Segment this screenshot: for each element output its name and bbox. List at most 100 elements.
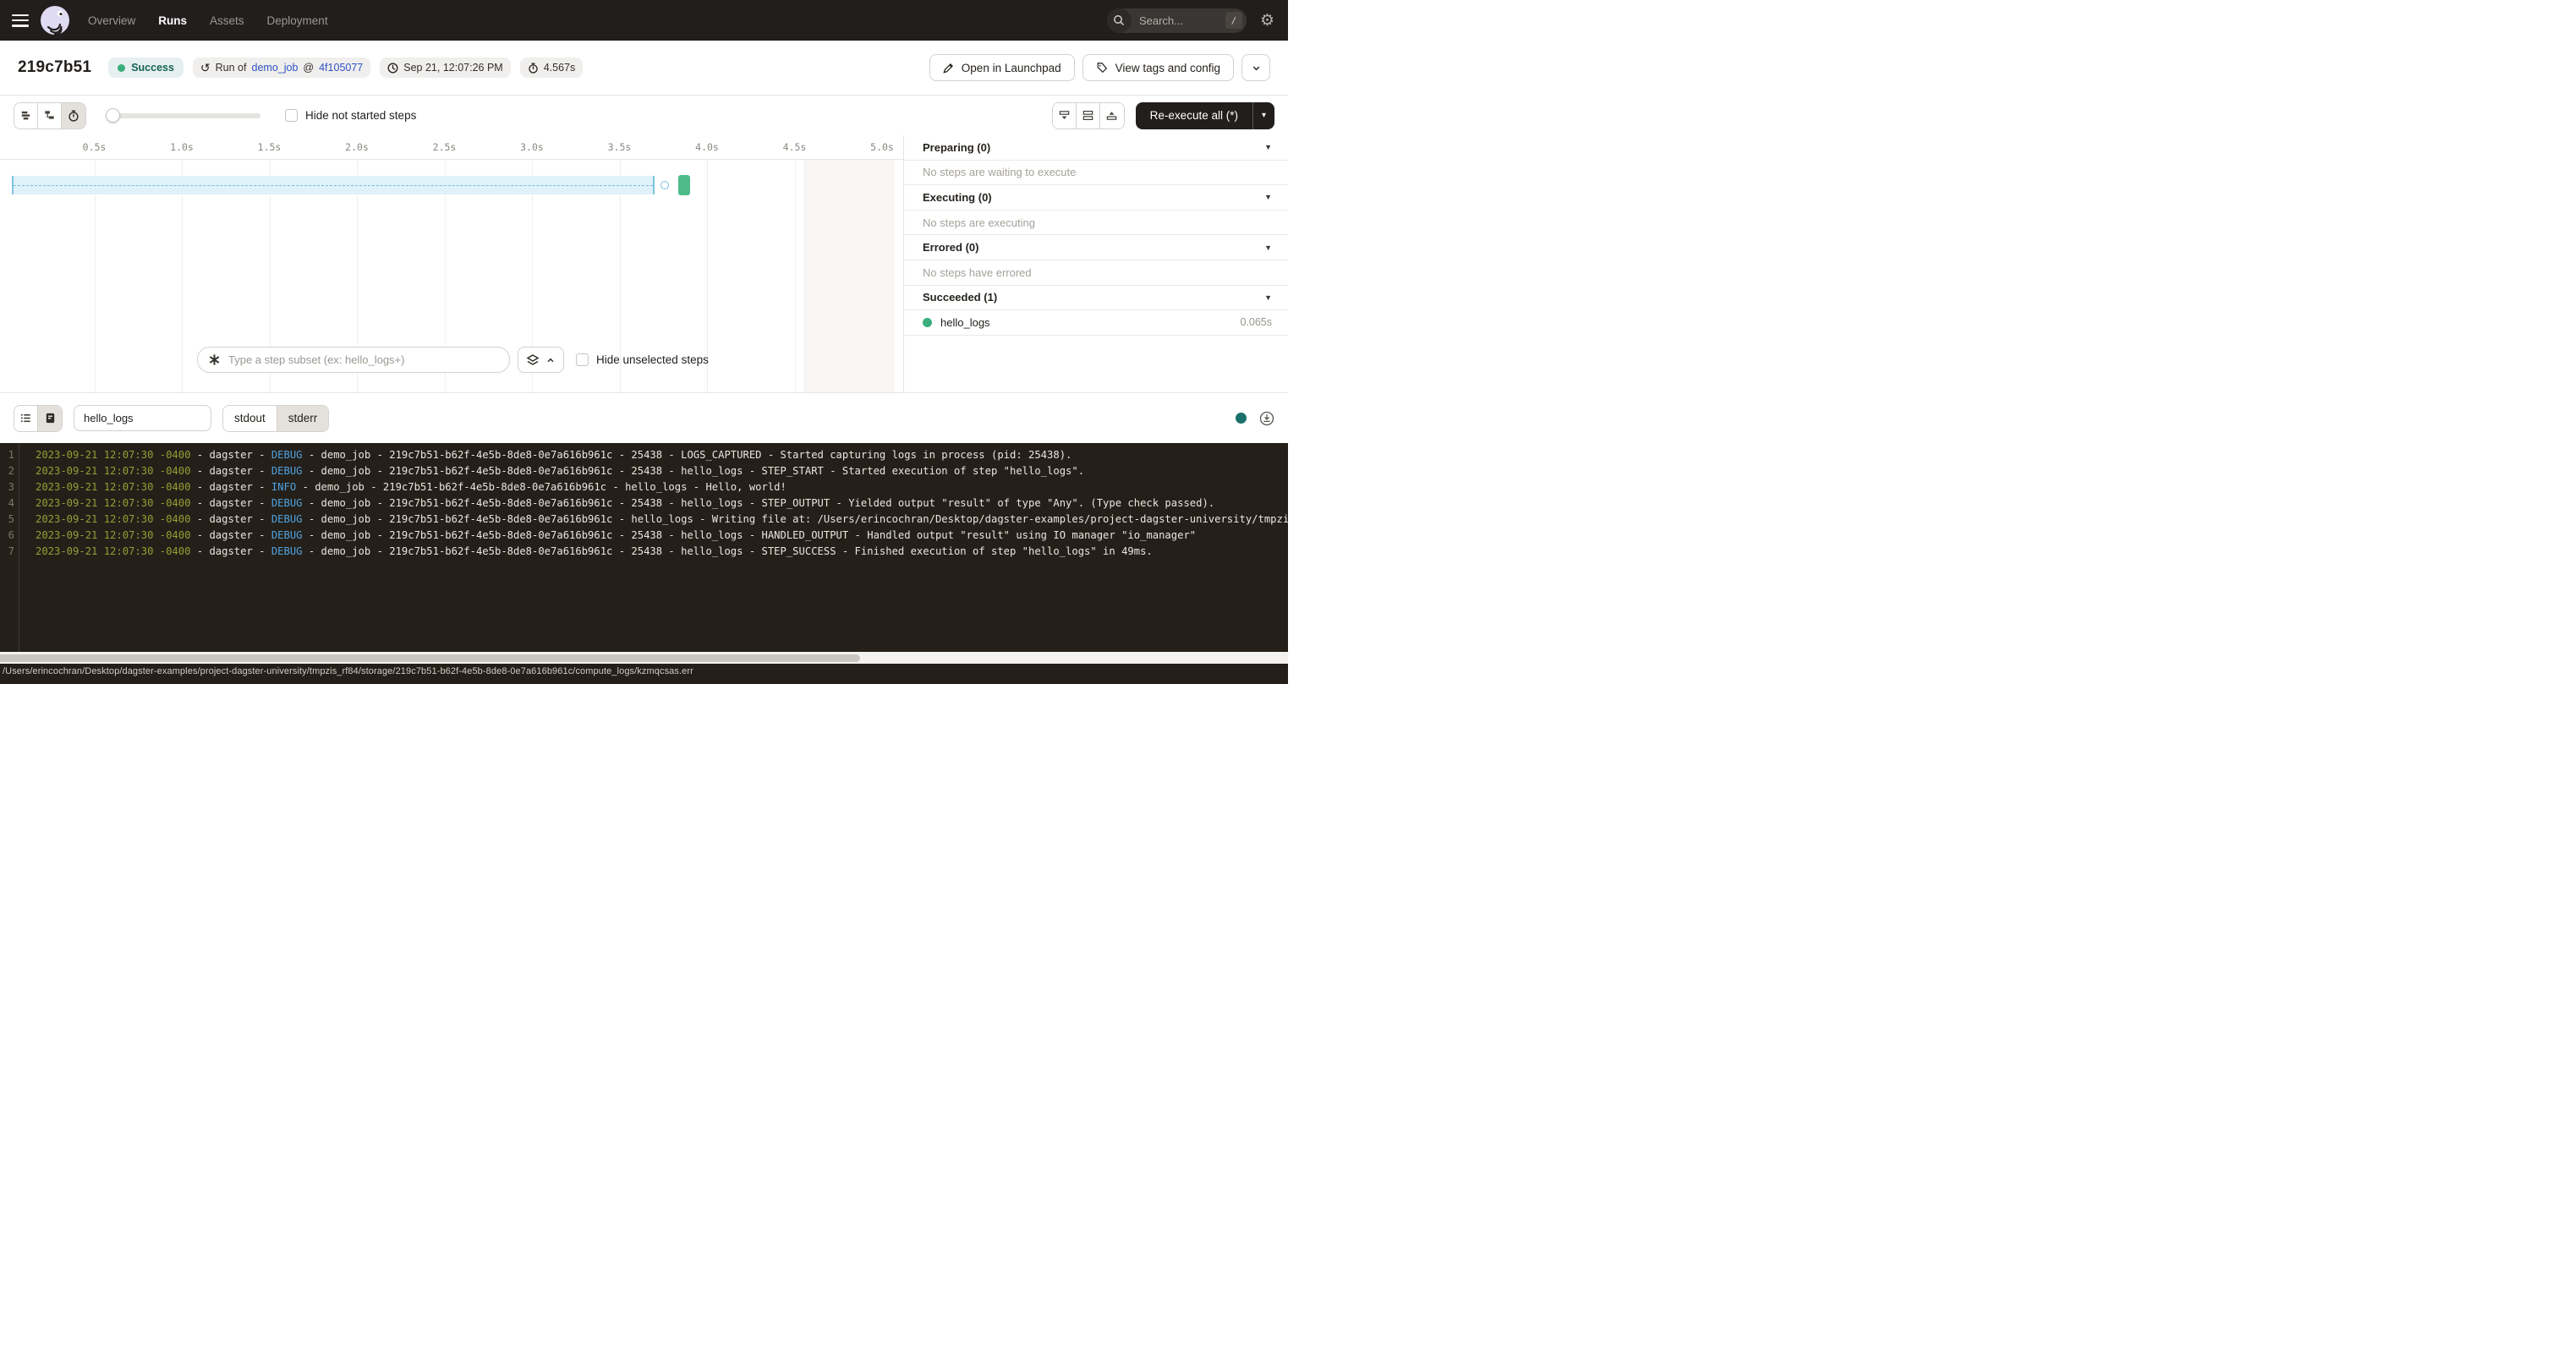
log-timestamp: 2023-09-21 12:07:30 -0400 xyxy=(36,545,190,557)
live-indicator xyxy=(1236,413,1247,424)
log-line-number: 7 xyxy=(0,544,14,560)
nav-item-assets[interactable]: Assets xyxy=(210,14,244,27)
op-selector-icon xyxy=(208,353,221,366)
gantt-zoom-slider[interactable] xyxy=(106,108,260,123)
gantt-canvas[interactable]: 0.5s1.0s1.5s2.0s2.5s3.0s3.5s4.0s4.5s5.0s… xyxy=(0,135,903,392)
collapse-bottom-button[interactable] xyxy=(1053,103,1077,129)
log-line-number: 2 xyxy=(0,463,14,479)
log-section: stdoutstderr 1234567 2023-09-21 12:07:30… xyxy=(0,392,1288,652)
collapse-caret-icon[interactable]: ▼ xyxy=(1264,193,1272,201)
hide-unselected-checkbox[interactable]: Hide unselected steps xyxy=(576,353,709,366)
panel-empty-row: No steps are executing xyxy=(904,211,1288,236)
hide-not-started-checkbox[interactable]: Hide not started steps xyxy=(285,109,416,122)
checkbox-box[interactable] xyxy=(285,109,298,122)
collapse-caret-icon[interactable]: ▼ xyxy=(1264,244,1272,252)
run-id-title: 219c7b51 xyxy=(18,58,91,77)
panel-section-header[interactable]: Preparing (0)▼ xyxy=(904,135,1288,161)
status-badge: Success xyxy=(108,57,184,78)
panel-section-header[interactable]: Executing (0)▼ xyxy=(904,185,1288,211)
log-lines: 2023-09-21 12:07:30 -0400 - dagster - DE… xyxy=(19,443,1288,652)
open-in-launchpad-button[interactable]: Open in Launchpad xyxy=(929,54,1075,81)
job-link[interactable]: demo_job xyxy=(252,62,299,74)
reexecute-all-button[interactable]: Re-execute all (*) ▾ xyxy=(1136,102,1274,129)
raw-document-icon xyxy=(44,412,57,424)
step-subset-input[interactable]: Type a step subset (ex: hello_logs+) xyxy=(197,347,510,373)
stopwatch-icon xyxy=(68,110,79,122)
search-icon xyxy=(1107,8,1132,33)
log-level: DEBUG xyxy=(271,449,303,461)
view-tags-config-button[interactable]: View tags and config xyxy=(1082,54,1234,81)
stdout-tab[interactable]: stdout xyxy=(223,406,277,431)
log-timestamp: 2023-09-21 12:07:30 -0400 xyxy=(36,513,190,525)
checkbox-box[interactable] xyxy=(576,353,589,366)
flat-view-button[interactable] xyxy=(14,103,38,129)
log-line: 2023-09-21 12:07:30 -0400 - dagster - DE… xyxy=(36,447,1288,463)
log-viewer[interactable]: 1234567 2023-09-21 12:07:30 -0400 - dags… xyxy=(0,443,1288,652)
waiting-band[interactable] xyxy=(12,176,655,194)
step-start-marker[interactable] xyxy=(660,181,669,189)
duration-view-button[interactable] xyxy=(62,103,85,129)
step-duration: 0.065s xyxy=(1240,316,1272,328)
pencil-icon xyxy=(943,63,954,74)
log-timestamp: 2023-09-21 12:07:30 -0400 xyxy=(36,529,190,541)
gantt-axis-divider xyxy=(0,159,903,160)
panel-step-row[interactable]: hello_logs 0.065s xyxy=(904,310,1288,336)
panel-section-header[interactable]: Succeeded (1) ▼ xyxy=(904,286,1288,311)
split-view-button[interactable] xyxy=(1077,103,1100,129)
hamburger-icon[interactable] xyxy=(12,14,29,27)
slider-knob[interactable] xyxy=(106,108,120,123)
gantt-view-mode-group xyxy=(14,102,86,129)
search-placeholder: Search... xyxy=(1139,14,1183,27)
dagster-logo[interactable] xyxy=(41,6,69,35)
step-name: hello_logs xyxy=(940,316,990,329)
horizontal-scrollbar[interactable] xyxy=(0,652,1288,664)
status-label: Success xyxy=(131,62,174,74)
log-line: 2023-09-21 12:07:30 -0400 - dagster - DE… xyxy=(36,512,1288,528)
collapse-caret-icon[interactable]: ▼ xyxy=(1264,143,1272,151)
download-logs-button[interactable] xyxy=(1259,411,1274,426)
log-timestamp: 2023-09-21 12:07:30 -0400 xyxy=(36,465,190,477)
axis-tick-label: 0.5s xyxy=(83,141,107,153)
nav-item-runs[interactable]: Runs xyxy=(158,14,187,27)
started-pill: Sep 21, 12:07:26 PM xyxy=(380,57,510,78)
snapshot-link[interactable]: 4f105077 xyxy=(319,62,363,74)
log-view-toggle-group xyxy=(14,405,63,432)
step-subset-placeholder: Type a step subset (ex: hello_logs+) xyxy=(228,353,404,366)
gear-icon[interactable]: ⚙ xyxy=(1260,13,1274,29)
reexecute-label: Re-execute all (*) xyxy=(1136,102,1252,129)
empty-message: No steps are executing xyxy=(923,216,1035,229)
log-line: 2023-09-21 12:07:30 -0400 - dagster - DE… xyxy=(36,463,1288,479)
nav-item-deployment[interactable]: Deployment xyxy=(267,14,328,27)
clock-icon xyxy=(387,63,398,74)
reexecute-caret-button[interactable]: ▾ xyxy=(1252,102,1274,129)
gantt-step-bar[interactable] xyxy=(678,175,690,195)
flat-gantt-icon xyxy=(19,109,32,122)
nav-item-overview[interactable]: Overview xyxy=(88,14,135,27)
log-level: DEBUG xyxy=(271,545,303,557)
panel-bottom-icon xyxy=(1058,109,1071,122)
log-line-number: 5 xyxy=(0,512,14,528)
scrollbar-thumb[interactable] xyxy=(0,654,860,662)
axis-tick-label: 3.0s xyxy=(520,141,544,153)
search-input[interactable]: Search... / xyxy=(1107,8,1247,33)
raw-log-button[interactable] xyxy=(38,406,62,431)
log-level: DEBUG xyxy=(271,513,303,525)
graph-zoom-button[interactable] xyxy=(518,347,564,373)
structured-log-button[interactable] xyxy=(14,406,38,431)
log-filter-input[interactable] xyxy=(74,405,211,431)
axis-tick-label: 1.5s xyxy=(258,141,282,153)
log-line: 2023-09-21 12:07:30 -0400 - dagster - IN… xyxy=(36,479,1288,495)
section-title: Succeeded (1) xyxy=(923,291,997,304)
panel-section-header[interactable]: Errored (0)▼ xyxy=(904,235,1288,260)
more-run-actions-button[interactable] xyxy=(1241,54,1270,81)
waterfall-view-button[interactable] xyxy=(38,103,62,129)
collapse-caret-icon[interactable]: ▼ xyxy=(1264,293,1272,302)
dagster-run-page: Overview Runs Assets Deployment Search... /… xyxy=(0,0,1288,684)
gantt-footer-controls: Type a step subset (ex: hello_logs+) Hide… xyxy=(197,347,709,373)
expand-top-button[interactable] xyxy=(1100,103,1124,129)
run-of-pill: ↺ Run of demo_job @ 4f105077 xyxy=(193,57,370,78)
started-time: Sep 21, 12:07:26 PM xyxy=(403,62,502,74)
stderr-tab[interactable]: stderr xyxy=(277,406,329,431)
axis-tick-label: 5.0s xyxy=(870,141,894,153)
step-success-dot xyxy=(923,318,932,327)
